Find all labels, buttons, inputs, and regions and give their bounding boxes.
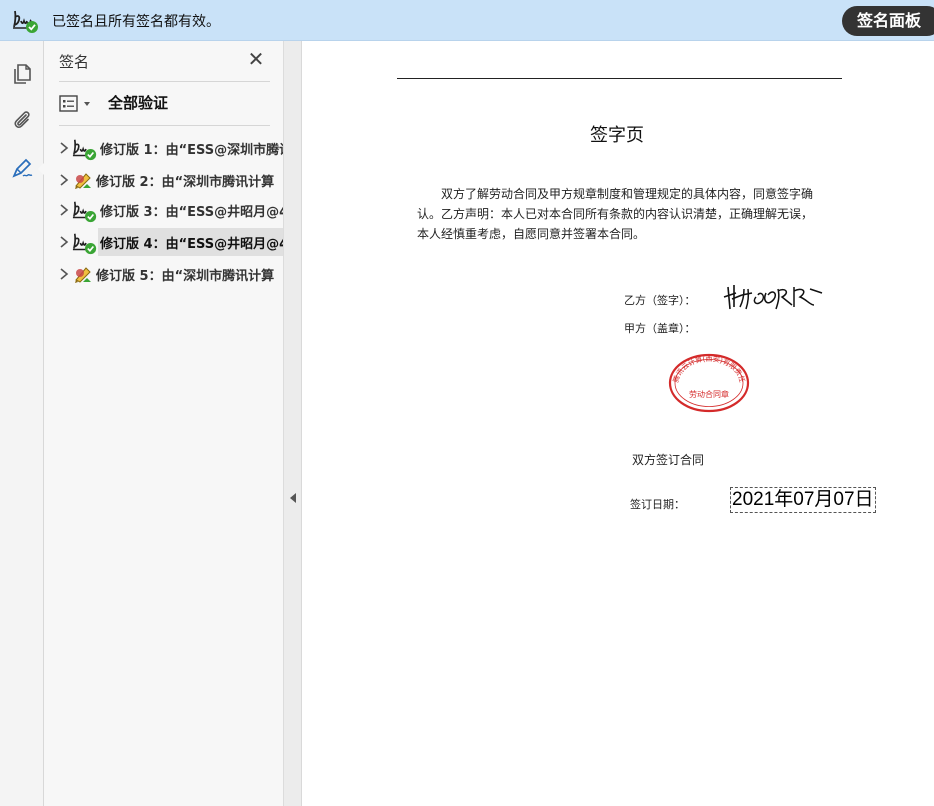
revision-label: 修订版 1：由“ESS@深圳市腾讯	[100, 143, 284, 158]
chevron-right-icon[interactable]	[58, 172, 70, 188]
revision-label: 修订版 3：由“ESS@井昭月@4	[100, 205, 284, 220]
signature-warning-icon	[75, 173, 91, 189]
company-seal-stamp: 腾讯云计算(西安)有限责任公司 劳动合同章	[668, 353, 750, 413]
signature-pen-icon[interactable]	[10, 156, 34, 180]
date-field[interactable]: 2021年07月07日	[730, 487, 876, 513]
revision-item-selected[interactable]: 修订版 4：由“ESS@井昭月@4	[54, 228, 284, 256]
signature-valid-icon	[72, 139, 97, 161]
acrobat-window: 已签名且所有签名都有效。 签名面板 签名 ✕ 全部验证 修订版 1：由“ESS@…	[0, 0, 934, 806]
signature-valid-icon	[72, 201, 97, 223]
signature-panel-title: 签名	[59, 53, 90, 71]
revision-item[interactable]: 修订版 1：由“ESS@深圳市腾讯	[54, 134, 284, 162]
signed-text: 双方签订合同	[632, 453, 705, 467]
document-page: 签字页 双方了解劳动合同及甲方规章制度和管理规定的具体内容，同意签字确认。乙方声…	[302, 41, 934, 806]
party-a-label: 甲方（盖章）：	[624, 322, 696, 335]
chevron-right-icon[interactable]	[58, 266, 70, 282]
date-label: 签订日期：	[630, 498, 685, 511]
revision-item[interactable]: 修订版 5：由“深圳市腾讯计算	[54, 260, 283, 288]
panel-splitter[interactable]	[284, 41, 302, 806]
signature-valid-icon	[72, 233, 97, 255]
signature-valid-icon	[13, 10, 38, 33]
revision-label: 修订版 2：由“深圳市腾讯计算	[96, 175, 275, 190]
signature-warning-icon	[75, 267, 91, 283]
revision-item[interactable]: 修订版 2：由“深圳市腾讯计算	[54, 166, 283, 194]
consent-paragraph: 双方了解劳动合同及甲方规章制度和管理规定的具体内容，同意签字确认。乙方声明：本人…	[417, 187, 814, 241]
chevron-right-icon[interactable]	[58, 140, 70, 156]
seal-inner-text: 劳动合同章	[689, 389, 729, 399]
handwritten-signature	[723, 285, 823, 310]
panel-divider	[59, 125, 270, 126]
revision-label: 修订版 4：由“ESS@井昭月@4	[100, 237, 284, 252]
signature-status-bar: 已签名且所有签名都有效。 签名面板	[0, 0, 934, 41]
verify-all-button[interactable]: 全部验证	[108, 92, 168, 113]
close-icon[interactable]: ✕	[246, 49, 266, 69]
chevron-right-icon[interactable]	[58, 234, 70, 250]
signature-status-message: 已签名且所有签名都有效。	[52, 14, 220, 30]
chevron-right-icon[interactable]	[58, 202, 70, 218]
collapse-arrow-icon[interactable]	[290, 493, 296, 503]
seal-outer-text: 腾讯云计算(西安)有限责任公司	[668, 353, 747, 384]
options-list-icon[interactable]	[59, 94, 97, 114]
party-b-label: 乙方（签字）：	[624, 294, 696, 307]
signature-panel: 签名 ✕ 全部验证 修订版 1：由“ESS@深圳市腾讯 修订版 2：由“深圳市腾…	[44, 41, 284, 806]
revision-label: 修订版 5：由“深圳市腾讯计算	[96, 269, 275, 284]
page-heading: 签字页	[590, 125, 644, 146]
signature-panel-button[interactable]: 签名面板	[842, 6, 934, 36]
revision-item[interactable]: 修订版 3：由“ESS@井昭月@4	[54, 196, 284, 224]
tool-rail	[0, 41, 45, 806]
attachment-icon[interactable]	[10, 108, 34, 132]
pages-icon[interactable]	[10, 62, 34, 86]
panel-divider	[59, 81, 270, 82]
header-rule	[397, 78, 842, 79]
